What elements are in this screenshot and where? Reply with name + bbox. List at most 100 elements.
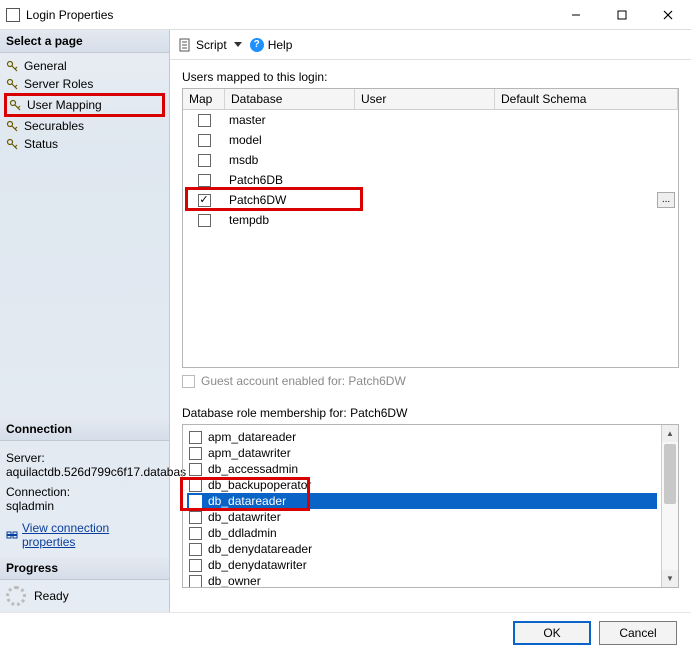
database-grid[interactable]: Map Database User Default Schema master m…: [182, 88, 679, 368]
col-user[interactable]: User: [355, 89, 495, 109]
dialog-footer: OK Cancel: [0, 612, 691, 652]
role-name: db_denydatareader: [208, 542, 312, 556]
sidebar-item-label: General: [24, 59, 67, 73]
key-icon: [6, 78, 18, 90]
database-name: model: [225, 133, 355, 147]
grid-header: Map Database User Default Schema: [183, 89, 678, 110]
role-name: db_accessadmin: [208, 462, 298, 476]
role-item[interactable]: db_owner: [187, 573, 657, 587]
script-button[interactable]: Script: [178, 38, 242, 52]
role-checkbox[interactable]: [189, 447, 202, 460]
maximize-button[interactable]: [599, 0, 645, 30]
role-checkbox[interactable]: [189, 543, 202, 556]
connection-header: Connection: [0, 418, 169, 441]
close-button[interactable]: [645, 0, 691, 30]
progress-header: Progress: [0, 557, 169, 580]
role-checkbox[interactable]: [189, 463, 202, 476]
scroll-track[interactable]: [662, 442, 678, 570]
sidebar-item-label: Status: [24, 137, 58, 151]
link-icon: [6, 529, 18, 541]
sidebar-item-label: Server Roles: [24, 77, 93, 91]
view-connection-properties-link[interactable]: View connection properties: [6, 521, 163, 549]
role-checkbox[interactable]: [189, 511, 202, 524]
table-row[interactable]: msdb: [183, 150, 678, 170]
role-item[interactable]: db_backupoperator: [187, 477, 657, 493]
cancel-label: Cancel: [619, 626, 656, 640]
sidebar-item-user-mapping[interactable]: User Mapping: [4, 93, 165, 117]
col-schema[interactable]: Default Schema: [495, 89, 678, 109]
connection-label: Connection:: [6, 485, 163, 499]
database-name: master: [225, 113, 355, 127]
map-checkbox[interactable]: [198, 114, 211, 127]
map-checkbox[interactable]: [198, 214, 211, 227]
role-name: apm_datareader: [208, 430, 296, 444]
role-checkbox[interactable]: [189, 527, 202, 540]
minimize-button[interactable]: [553, 0, 599, 30]
guest-account-label: Guest account enabled for: Patch6DW: [201, 374, 406, 388]
sidebar-item-label: User Mapping: [27, 98, 102, 112]
sidebar-item-securables[interactable]: Securables: [4, 117, 165, 135]
server-value: aquilactdb.526d799c6f17.databas: [6, 465, 163, 479]
role-name: db_denydatawriter: [208, 558, 307, 572]
scroll-down-button[interactable]: ▼: [662, 570, 678, 587]
role-item[interactable]: db_accessadmin: [187, 461, 657, 477]
scroll-up-button[interactable]: ▲: [662, 425, 678, 442]
progress-spinner-icon: [6, 586, 26, 606]
connection-block: Server: aquilactdb.526d799c6f17.databas …: [0, 441, 169, 557]
role-item[interactable]: db_denydatareader: [187, 541, 657, 557]
script-label: Script: [196, 38, 227, 52]
help-button[interactable]: ? Help: [250, 38, 293, 52]
users-mapped-label: Users mapped to this login:: [182, 70, 679, 84]
ok-button[interactable]: OK: [513, 621, 591, 645]
role-item[interactable]: db_denydatawriter: [187, 557, 657, 573]
scrollbar[interactable]: ▲ ▼: [661, 425, 678, 587]
role-item[interactable]: db_ddladmin: [187, 525, 657, 541]
role-item[interactable]: apm_datareader: [187, 429, 657, 445]
view-connection-properties-label: View connection properties: [22, 521, 163, 549]
col-map[interactable]: Map: [183, 89, 225, 109]
table-row[interactable]: tempdb: [183, 210, 678, 230]
sidebar-item-general[interactable]: General: [4, 57, 165, 75]
main: Script ? Help Users mapped to this login…: [170, 30, 691, 612]
sidebar-item-label: Securables: [24, 119, 84, 133]
key-icon: [6, 120, 18, 132]
role-checkbox[interactable]: [189, 479, 202, 492]
role-checkbox[interactable]: [189, 495, 202, 508]
role-checkbox[interactable]: [189, 431, 202, 444]
col-database[interactable]: Database: [225, 89, 355, 109]
role-checkbox[interactable]: [189, 575, 202, 588]
role-name: db_backupoperator: [208, 478, 311, 492]
connection-value: sqladmin: [6, 499, 163, 513]
role-item[interactable]: db_datawriter: [187, 509, 657, 525]
cancel-button[interactable]: Cancel: [599, 621, 677, 645]
server-label: Server:: [6, 451, 163, 465]
map-checkbox[interactable]: [198, 194, 211, 207]
help-label: Help: [268, 38, 293, 52]
progress-status: Ready: [34, 589, 69, 603]
role-list[interactable]: apm_datareader apm_datawriter db_accessadm…: [182, 424, 679, 588]
map-checkbox[interactable]: [198, 134, 211, 147]
titlebar: Login Properties: [0, 0, 691, 30]
role-name: db_datawriter: [208, 510, 281, 524]
sidebar: Select a page GeneralServer RolesUser Ma…: [0, 30, 170, 612]
help-icon: ?: [250, 38, 264, 52]
database-name: Patch6DW: [225, 193, 355, 207]
map-checkbox[interactable]: [198, 154, 211, 167]
table-row[interactable]: Patch6DW...: [183, 190, 678, 210]
table-row[interactable]: master: [183, 110, 678, 130]
role-name: apm_datawriter: [208, 446, 291, 460]
scroll-thumb[interactable]: [664, 444, 676, 504]
sidebar-item-status[interactable]: Status: [4, 135, 165, 153]
sidebar-item-server-roles[interactable]: Server Roles: [4, 75, 165, 93]
role-item[interactable]: db_datareader: [187, 493, 657, 509]
role-item[interactable]: apm_datawriter: [187, 445, 657, 461]
map-checkbox[interactable]: [198, 174, 211, 187]
role-name: db_ddladmin: [208, 526, 277, 540]
role-name: db_datareader: [208, 494, 286, 508]
script-icon: [178, 38, 192, 52]
ellipsis-button[interactable]: ...: [657, 192, 675, 208]
database-name: msdb: [225, 153, 355, 167]
table-row[interactable]: model: [183, 130, 678, 150]
role-checkbox[interactable]: [189, 559, 202, 572]
table-row[interactable]: Patch6DB: [183, 170, 678, 190]
